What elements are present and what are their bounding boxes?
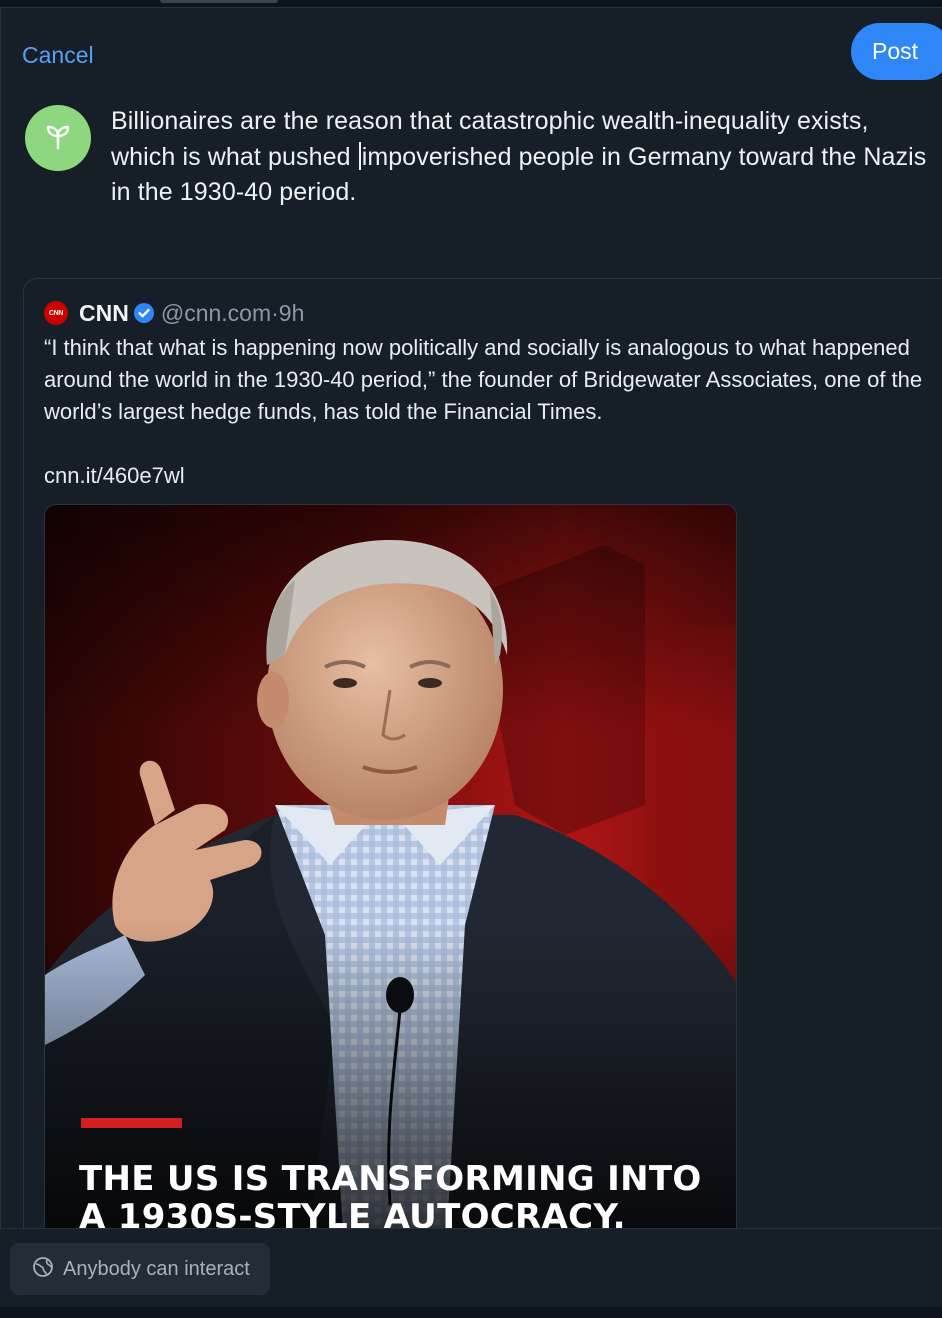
window-bottom-edge [0, 1307, 942, 1318]
window-top-edge [0, 0, 942, 7]
text-caret [358, 141, 361, 170]
image-headline: THE US IS TRANSFORMING INTO A 1930S-STYL… [79, 1159, 702, 1228]
cnn-logo-icon: CNN [44, 301, 68, 325]
compose-footer: Anybody can interact [0, 1228, 942, 1318]
compose-text-input[interactable]: Billionaires are the reason that catastr… [111, 104, 931, 211]
quoted-post-text: “I think that what is happening now poli… [44, 335, 923, 424]
headline-accent-bar [81, 1118, 182, 1128]
quoted-post-link[interactable]: cnn.it/460e7wl [44, 460, 185, 492]
post-time: 9h [278, 299, 305, 326]
quoted-post-card[interactable]: CNN CNN @cnn.com · 9h “I think that what… [23, 278, 942, 1228]
author-name[interactable]: CNN [79, 300, 129, 327]
quoted-post-image[interactable]: THE US IS TRANSFORMING INTO A 1930S-STYL… [44, 504, 737, 1228]
compose-dialog: Cancel Post Billionaires are the reason … [0, 7, 942, 1228]
window-tab-hint [160, 0, 278, 3]
quoted-post-header: CNN CNN @cnn.com · 9h [44, 299, 304, 327]
author-handle[interactable]: @cnn.com [161, 300, 271, 327]
interaction-settings-label: Anybody can interact [63, 1257, 250, 1280]
verified-check-icon [133, 302, 155, 324]
post-button[interactable]: Post [851, 23, 942, 80]
globe-interact-icon [32, 1256, 54, 1283]
avatar[interactable] [25, 105, 91, 171]
header-separator: · [271, 299, 279, 326]
cancel-button[interactable]: Cancel [22, 42, 94, 69]
sprout-icon [43, 121, 73, 156]
interaction-settings-button[interactable]: Anybody can interact [10, 1243, 270, 1295]
